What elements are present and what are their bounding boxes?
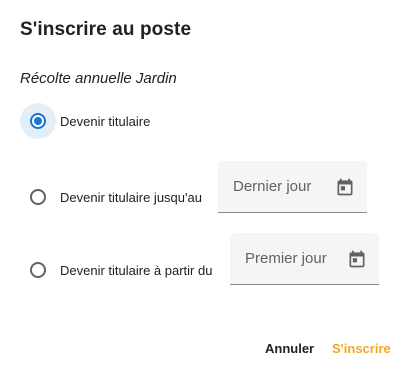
radio-focus-ring [20,103,56,139]
radio-ring [20,179,56,215]
option-label: Devenir titulaire [60,113,151,129]
start-date-field[interactable]: Premier jour [230,233,379,285]
option-become-holder-from[interactable]: Devenir titulaire à partir du [20,252,212,288]
option-become-holder[interactable]: Devenir titulaire [20,103,150,139]
signup-dialog: S'inscrire au poste Récolte annuelle Jar… [0,0,400,372]
option-become-holder-until[interactable]: Devenir titulaire jusqu'au [20,179,202,215]
dialog-subtitle: Récolte annuelle Jardin [20,70,177,87]
start-date-placeholder: Premier jour [245,250,327,267]
radio-become-holder[interactable] [30,113,46,129]
option-label: Devenir titulaire jusqu'au [60,189,202,205]
end-date-placeholder: Dernier jour [233,178,312,195]
option-label: Devenir titulaire à partir du [60,262,213,278]
calendar-icon[interactable] [347,249,367,269]
end-date-field[interactable]: Dernier jour [218,161,367,213]
calendar-icon[interactable] [335,177,355,197]
cancel-button[interactable]: Annuler [265,341,314,356]
radio-become-holder-from[interactable] [30,262,46,278]
signup-button[interactable]: S'inscrire [332,341,391,356]
radio-become-holder-until[interactable] [30,189,46,205]
dialog-title: S'inscrire au poste [20,19,192,40]
radio-ring [20,252,56,288]
